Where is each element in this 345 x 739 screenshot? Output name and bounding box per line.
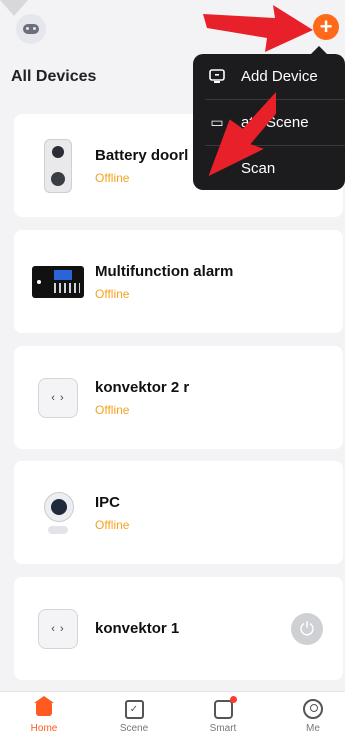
device-status: Offline	[95, 518, 130, 532]
device-name: Multifunction alarm	[95, 263, 234, 280]
robot-face-icon	[23, 24, 39, 34]
tab-label: Smart	[209, 723, 237, 734]
device-card-konvektor-1[interactable]: ‹ › konvektor 1 ⏻	[14, 577, 343, 680]
alarm-panel-icon	[32, 258, 84, 306]
home-avatar[interactable]	[16, 14, 46, 44]
bottom-tab-bar: Home ✓ Scene Smart Me	[0, 691, 345, 739]
top-bar: +	[0, 0, 345, 60]
device-card-konvektor-2r[interactable]: ‹ › konvektor 2 r Offline	[14, 346, 343, 449]
tab-label: Me	[306, 723, 320, 734]
device-status: Offline	[95, 287, 130, 301]
tab-smart[interactable]: Smart	[193, 695, 253, 734]
tab-label: Home	[30, 723, 58, 734]
add-button[interactable]: +	[313, 14, 339, 40]
device-card-multifunction-alarm[interactable]: Multifunction alarm Offline	[14, 230, 343, 333]
page-title: All Devices	[11, 68, 97, 85]
device-status: Offline	[95, 171, 130, 185]
doorbell-icon	[32, 139, 84, 193]
menu-item-create-scene[interactable]: ▭ ate Scene	[193, 100, 345, 145]
smart-icon	[213, 695, 237, 719]
menu-item-add-device[interactable]: Add Device	[193, 54, 345, 99]
create-scene-icon: ▭	[210, 114, 224, 130]
device-name: konvektor 2 r	[95, 379, 190, 396]
device-status: Offline	[95, 403, 130, 417]
power-icon[interactable]: ⏻	[291, 613, 323, 645]
add-device-icon	[193, 69, 241, 84]
smart-plug-icon: ‹ ›	[32, 605, 84, 653]
tab-me[interactable]: Me	[283, 698, 343, 734]
menu-item-label: Scan	[241, 160, 276, 177]
menu-item-label: ate Scene	[241, 114, 309, 131]
device-card-ipc[interactable]: IPC Offline	[14, 461, 343, 564]
device-name: konvektor 1	[95, 620, 180, 637]
tab-scene[interactable]: ✓ Scene	[104, 698, 164, 734]
device-name: Battery doorl	[95, 147, 189, 164]
profile-icon	[303, 699, 323, 719]
scene-icon: ✓	[124, 699, 144, 719]
tab-home[interactable]: Home	[14, 696, 74, 734]
smart-plug-icon: ‹ ›	[32, 374, 84, 422]
ip-camera-icon	[32, 489, 84, 537]
menu-item-scan[interactable]: Scan	[193, 146, 345, 191]
tab-label: Scene	[119, 723, 149, 734]
menu-item-label: Add Device	[241, 68, 318, 85]
home-icon	[34, 696, 54, 716]
add-menu: Add Device ▭ ate Scene Scan	[193, 46, 345, 191]
device-name: IPC	[95, 494, 121, 511]
